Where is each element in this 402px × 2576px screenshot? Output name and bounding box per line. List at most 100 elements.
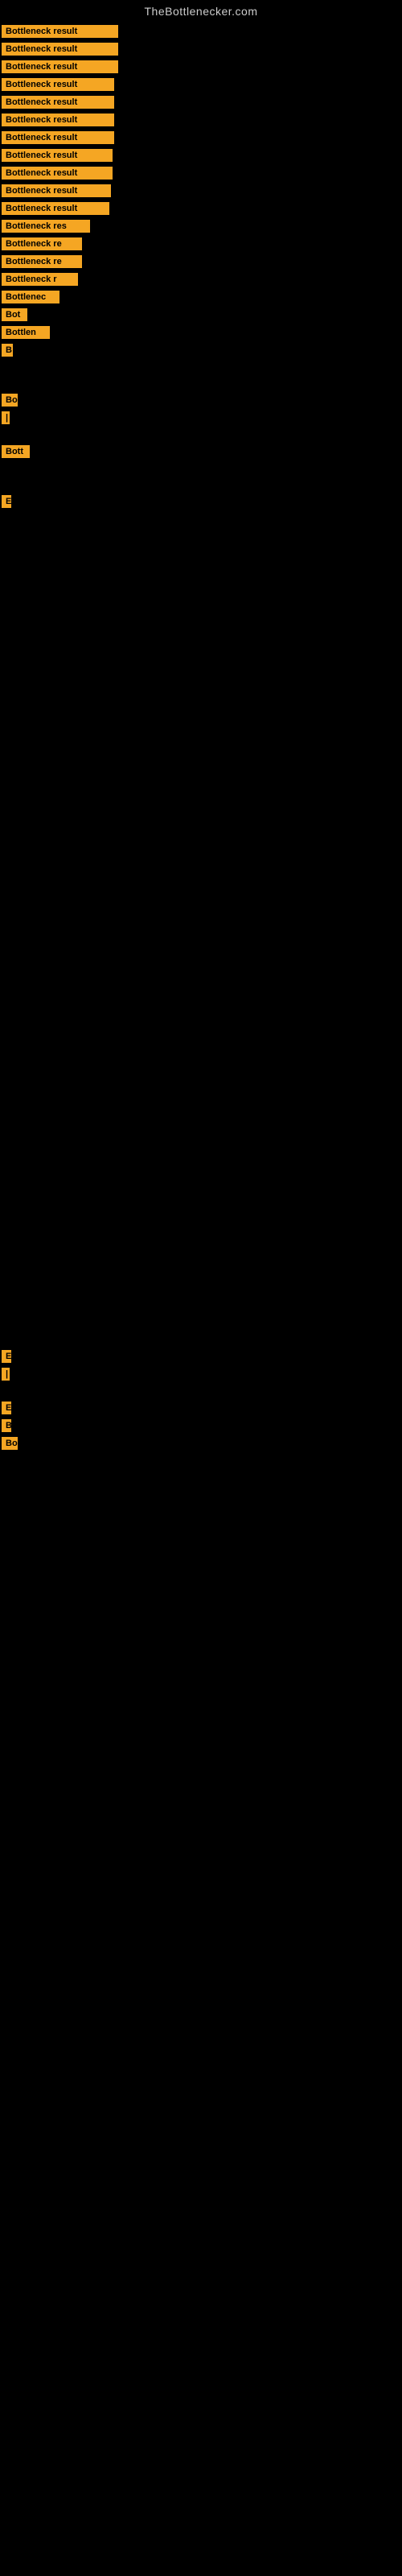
spacer-row [0,1138,402,1154]
bottleneck-badge: Bott [2,445,30,458]
bottleneck-badge: E [2,1350,11,1363]
spacer-row [0,736,402,752]
list-item: Bottlen [0,324,402,341]
spacer-row [0,913,402,929]
bottleneck-badge: B [2,1419,11,1432]
spacer-row [0,375,402,391]
list-item: Bottleneck result [0,129,402,147]
bottleneck-badge: Bottleneck result [2,149,113,162]
spacer-row [0,1203,402,1219]
list-item: Bot [0,306,402,324]
spacer-row [0,1026,402,1042]
spacer-row [0,1122,402,1138]
spacer-row [0,1042,402,1058]
spacer-row [0,1315,402,1331]
bottleneck-badge: Bottleneck result [2,96,114,109]
spacer-row [0,800,402,816]
spacer-row [0,1267,402,1283]
spacer-row [0,1383,402,1399]
bottleneck-badge: Bottlenec [2,291,59,303]
list-item: Bottlenec [0,288,402,306]
spacer-row [0,768,402,784]
spacer-row [0,526,402,543]
spacer-row [0,1170,402,1187]
list-item: Bottleneck res [0,217,402,235]
spacer-row [0,1299,402,1315]
bottleneck-badge: Bottleneck result [2,202,109,215]
bottleneck-badge: Bottleneck re [2,237,82,250]
spacer-row [0,961,402,977]
list-item: B [0,341,402,359]
spacer-row [0,720,402,736]
spacer-row [0,865,402,881]
list-item: Bottleneck re [0,235,402,253]
spacer-row [0,1009,402,1026]
spacer-row [0,1219,402,1235]
list-item: Bottleneck result [0,40,402,58]
spacer-row [0,1106,402,1122]
site-title: TheBottlenecker.com [0,0,402,23]
spacer-row [0,477,402,493]
list-item: Bottleneck r [0,270,402,288]
bottleneck-badge: Bot [2,308,27,321]
spacer-row [0,929,402,945]
spacer-row [0,1235,402,1251]
bottleneck-badge: Bottlen [2,326,50,339]
bottleneck-badge: Bottleneck result [2,78,114,91]
list-item: Bottleneck result [0,76,402,93]
spacer-row [0,752,402,768]
bottleneck-badge: B [2,344,13,357]
bottleneck-badge: Bottleneck result [2,25,118,38]
spacer-row [0,359,402,375]
list-item: Bottleneck result [0,182,402,200]
spacer-row [0,559,402,575]
list-item: Bo [0,391,402,409]
bottleneck-badge: Bottleneck result [2,184,111,197]
spacer-row [0,1090,402,1106]
list-item: Bottleneck result [0,111,402,129]
spacer-row [0,816,402,832]
spacer-row [0,1283,402,1299]
spacer-row [0,881,402,897]
spacer-row [0,977,402,993]
list-item: Bottleneck result [0,147,402,164]
list-item: Bottleneck result [0,200,402,217]
spacer-row [0,687,402,704]
bottleneck-badge: Bottleneck r [2,273,78,286]
spacer-row [0,655,402,671]
spacer-row [0,575,402,591]
bottleneck-badge: Bottleneck result [2,131,114,144]
list-item: Bottleneck result [0,164,402,182]
spacer-row [0,427,402,443]
bottleneck-badge: Bo [2,1437,18,1450]
page-wrapper: TheBottlenecker.com Bottleneck result Bot… [0,0,402,1468]
spacer-row [0,784,402,800]
bottleneck-badge: E [2,495,11,508]
list-item: E [0,1399,402,1417]
list-item: Bottleneck result [0,58,402,76]
list-item: Bo [0,1435,402,1452]
list-item: B [0,1417,402,1435]
spacer-row [0,639,402,655]
spacer-row [0,897,402,913]
spacer-row [0,460,402,477]
list-item: E [0,493,402,510]
bottleneck-badge: Bottleneck result [2,167,113,180]
list-item: Bottleneck result [0,93,402,111]
list-item: E [0,1348,402,1365]
spacer-row [0,832,402,848]
spacer-row [0,543,402,559]
spacer-row [0,671,402,687]
spacer-row [0,591,402,607]
bottleneck-badge: Bottleneck re [2,255,82,268]
spacer-row [0,1187,402,1203]
spacer-row [0,993,402,1009]
spacer-row [0,1251,402,1267]
spacer-row [0,704,402,720]
list-item: Bott [0,443,402,460]
spacer-row [0,510,402,526]
bottleneck-badge: Bottleneck result [2,60,118,73]
bottleneck-badge: E [2,1402,11,1414]
spacer-row [0,607,402,623]
bottleneck-badge: Bottleneck res [2,220,90,233]
